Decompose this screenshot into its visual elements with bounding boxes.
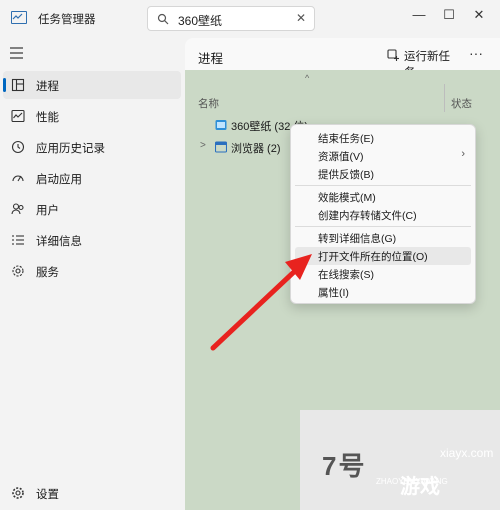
watermark-logo: 游戏 [400,476,440,498]
watermark-text: 7号 [322,451,367,481]
watermark-url: xiayx.com [440,446,494,460]
